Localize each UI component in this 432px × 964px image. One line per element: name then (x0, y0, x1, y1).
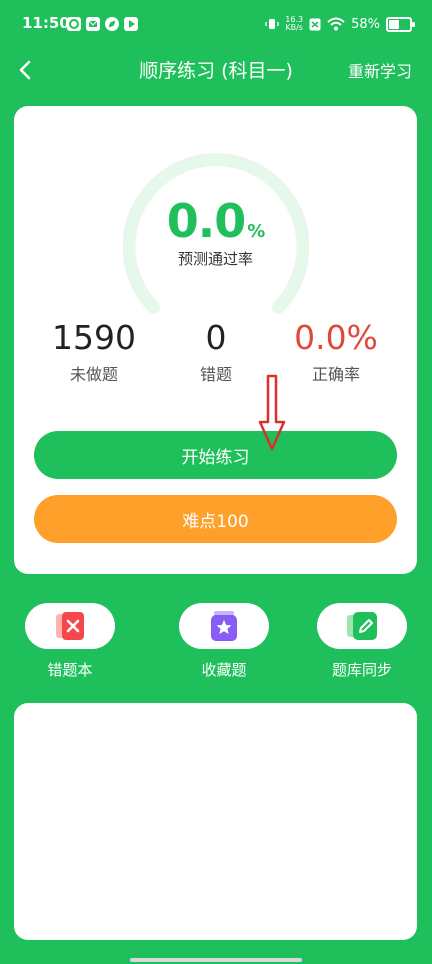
stat-unanswered-label: 未做题 (69, 365, 118, 384)
net-speed: 16.3 KB/s (285, 16, 303, 32)
stats-card: 0.0% 预测通过率 1590 未做题 0 错题 0.0% 正确率 开始练习 难… (14, 106, 417, 574)
nfc-icon (309, 18, 321, 30)
leaf-icon (105, 17, 119, 31)
app-icon-1 (67, 17, 81, 31)
pass-rate-label: 预测通过率 (177, 250, 253, 268)
bank-sync-label: 题库同步 (331, 661, 392, 679)
shortcut-favorites[interactable]: 收藏题 (174, 603, 274, 680)
sync-edit-icon (347, 612, 377, 640)
stat-accuracy: 0.0% 正确率 (276, 318, 396, 385)
relearn-button[interactable]: 重新学习 (348, 58, 412, 82)
status-time: 11:50 (22, 14, 70, 32)
bank-sync-pill[interactable] (317, 603, 407, 649)
stat-unanswered-value: 1590 (52, 318, 136, 357)
stat-wrong-value: 0 (205, 318, 227, 357)
net-speed-unit: KB/s (285, 23, 303, 32)
battery-icon (386, 16, 415, 32)
start-practice-button[interactable]: 开始练习 (34, 431, 397, 479)
hard-100-button[interactable]: 难点100 (34, 495, 397, 543)
shortcut-bank-sync[interactable]: 题库同步 (312, 603, 412, 680)
stat-accuracy-label: 正确率 (311, 365, 360, 384)
battery-percent: 58% (351, 16, 380, 32)
bottom-content-panel (14, 703, 417, 940)
shortcut-wrong-book[interactable]: 错题本 (20, 603, 120, 680)
pass-rate-value: 0.0% (14, 194, 417, 248)
status-right-group: 16.3 KB/s 58% (265, 16, 415, 32)
play-icon (124, 17, 138, 31)
home-indicator[interactable] (130, 958, 302, 962)
favorites-icon (211, 611, 237, 641)
favorites-label: 收藏题 (201, 661, 247, 679)
wrong-book-icon (56, 612, 84, 640)
wrong-book-label: 错题本 (47, 661, 93, 679)
wrong-book-pill[interactable] (25, 603, 115, 649)
pass-rate-number: 0.0 (166, 194, 246, 248)
pass-rate-unit: % (247, 221, 265, 242)
vibrate-icon (265, 19, 279, 29)
stat-accuracy-value: 0.0% (294, 318, 378, 357)
favorites-pill[interactable] (179, 603, 269, 649)
stat-unanswered: 1590 未做题 (34, 318, 154, 385)
status-bar: 11:50 16.3 KB/s 58% (0, 0, 432, 50)
annotation-down-arrow-icon (258, 374, 286, 451)
wifi-icon (327, 17, 345, 31)
mail-icon (86, 17, 100, 31)
